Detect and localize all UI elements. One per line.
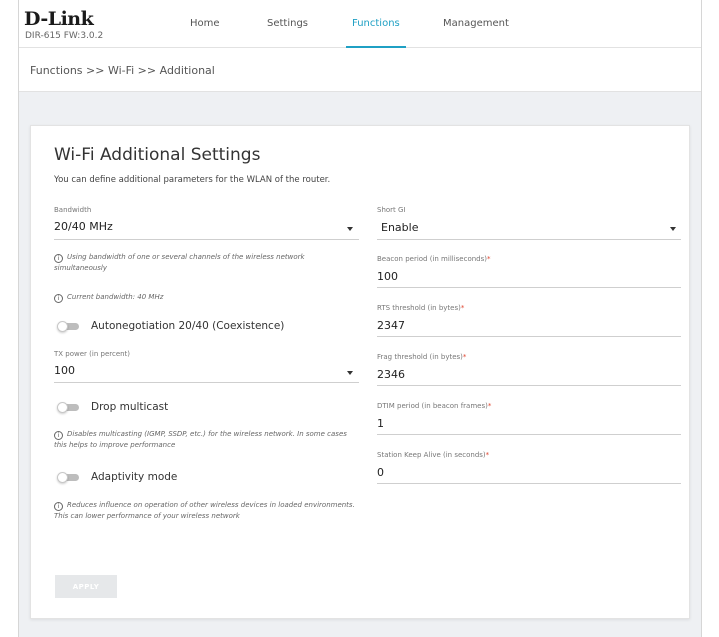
nav-home[interactable]: Home <box>190 0 220 48</box>
required-mark: * <box>487 402 492 410</box>
settings-card: Wi-Fi Additional Settings You can define… <box>30 125 690 619</box>
field-underline <box>54 382 359 383</box>
app-frame: D-Link DIR-615 FW:3.0.2 Home Settings Fu… <box>18 0 702 637</box>
toggle-knob <box>57 472 68 483</box>
field-underline <box>377 336 681 337</box>
nav-label: Home <box>190 18 220 29</box>
bandwidth-label: Bandwidth <box>54 206 92 214</box>
nav-label: Functions <box>352 18 400 29</box>
field-underline <box>377 483 681 484</box>
nav-management[interactable]: Management <box>443 0 509 48</box>
frag-threshold-value: 2346 <box>377 368 405 381</box>
short-gi-label: Short GI <box>377 206 406 214</box>
beacon-period-label: Beacon period (in milliseconds)* <box>377 255 491 263</box>
field-underline <box>377 239 681 240</box>
info-icon: i <box>54 431 63 440</box>
drop-multicast-toggle[interactable] <box>57 402 79 413</box>
required-mark: * <box>462 353 467 361</box>
nav-settings[interactable]: Settings <box>267 0 308 48</box>
frag-threshold-label: Frag threshold (in bytes)* <box>377 353 466 361</box>
page-title: Wi-Fi Additional Settings <box>54 145 261 165</box>
toggle-knob <box>57 321 68 332</box>
hint-text: Reduces influence on operation of other … <box>54 501 355 520</box>
autonegotiation-label: Autonegotiation 20/40 (Coexistence) <box>91 320 285 332</box>
apply-button[interactable]: APPLY <box>55 575 117 598</box>
page-subtitle: You can define additional parameters for… <box>54 175 331 185</box>
required-mark: * <box>460 304 465 312</box>
info-icon: i <box>54 254 63 263</box>
tx-power-value: 100 <box>54 364 75 377</box>
nav-functions[interactable]: Functions <box>346 0 406 48</box>
caret-down-icon <box>347 371 353 375</box>
keep-alive-value: 0 <box>377 466 384 479</box>
label-text: DTIM period (in beacon frames) <box>377 402 488 410</box>
nav-label: Settings <box>267 18 309 29</box>
field-underline <box>54 239 359 240</box>
info-icon: i <box>54 294 63 303</box>
short-gi-value: Enable <box>381 221 419 234</box>
tx-power-label: TX power (in percent) <box>54 350 131 358</box>
required-mark: * <box>485 451 490 459</box>
drop-multicast-hint: i Disables multicasting (IGMP, SSDP, etc.… <box>54 429 359 451</box>
current-bandwidth-hint: i Current bandwidth: 40 MHz <box>54 292 163 303</box>
dtim-period-label: DTIM period (in beacon frames)* <box>377 402 491 410</box>
toggle-knob <box>57 402 68 413</box>
keep-alive-label: Station Keep Alive (in seconds)* <box>377 451 489 459</box>
adaptivity-hint: i Reduces influence on operation of other… <box>54 500 359 522</box>
breadcrumb: Functions >> Wi-Fi >> Additional <box>30 64 215 77</box>
hint-text: Using bandwidth of one or several channe… <box>54 253 305 272</box>
label-text: RTS threshold (in bytes) <box>377 304 461 312</box>
required-mark: * <box>487 255 491 263</box>
field-underline <box>377 434 681 435</box>
hint-text: Current bandwidth: 40 MHz <box>67 293 164 301</box>
caret-down-icon <box>347 227 353 231</box>
field-underline <box>377 385 681 386</box>
autonegotiation-toggle[interactable] <box>57 321 79 332</box>
nav-label: Management <box>443 18 509 29</box>
top-header: D-Link DIR-615 FW:3.0.2 Home Settings Fu… <box>19 0 701 48</box>
breadcrumb-bar: Functions >> Wi-Fi >> Additional <box>19 48 701 92</box>
rts-threshold-value: 2347 <box>377 319 405 332</box>
firmware-version: DIR-615 FW:3.0.2 <box>25 31 104 41</box>
field-underline <box>377 287 681 288</box>
hint-text: Disables multicasting (IGMP, SSDP, etc.)… <box>54 430 347 449</box>
label-text: Beacon period (in milliseconds) <box>377 255 487 263</box>
adaptivity-toggle[interactable] <box>57 472 79 483</box>
caret-down-icon <box>670 227 676 231</box>
info-icon: i <box>54 502 63 511</box>
dtim-period-value: 1 <box>377 417 384 430</box>
adaptivity-label: Adaptivity mode <box>91 471 178 483</box>
label-text: Station Keep Alive (in seconds) <box>377 451 486 459</box>
rts-threshold-label: RTS threshold (in bytes)* <box>377 304 464 312</box>
bandwidth-hint: i Using bandwidth of one or several chann… <box>54 252 359 274</box>
beacon-period-value: 100 <box>377 270 398 283</box>
drop-multicast-label: Drop multicast <box>91 401 169 413</box>
dlink-logo: D-Link <box>24 8 94 30</box>
bandwidth-value: 20/40 MHz <box>54 220 113 233</box>
label-text: Frag threshold (in bytes) <box>377 353 463 361</box>
